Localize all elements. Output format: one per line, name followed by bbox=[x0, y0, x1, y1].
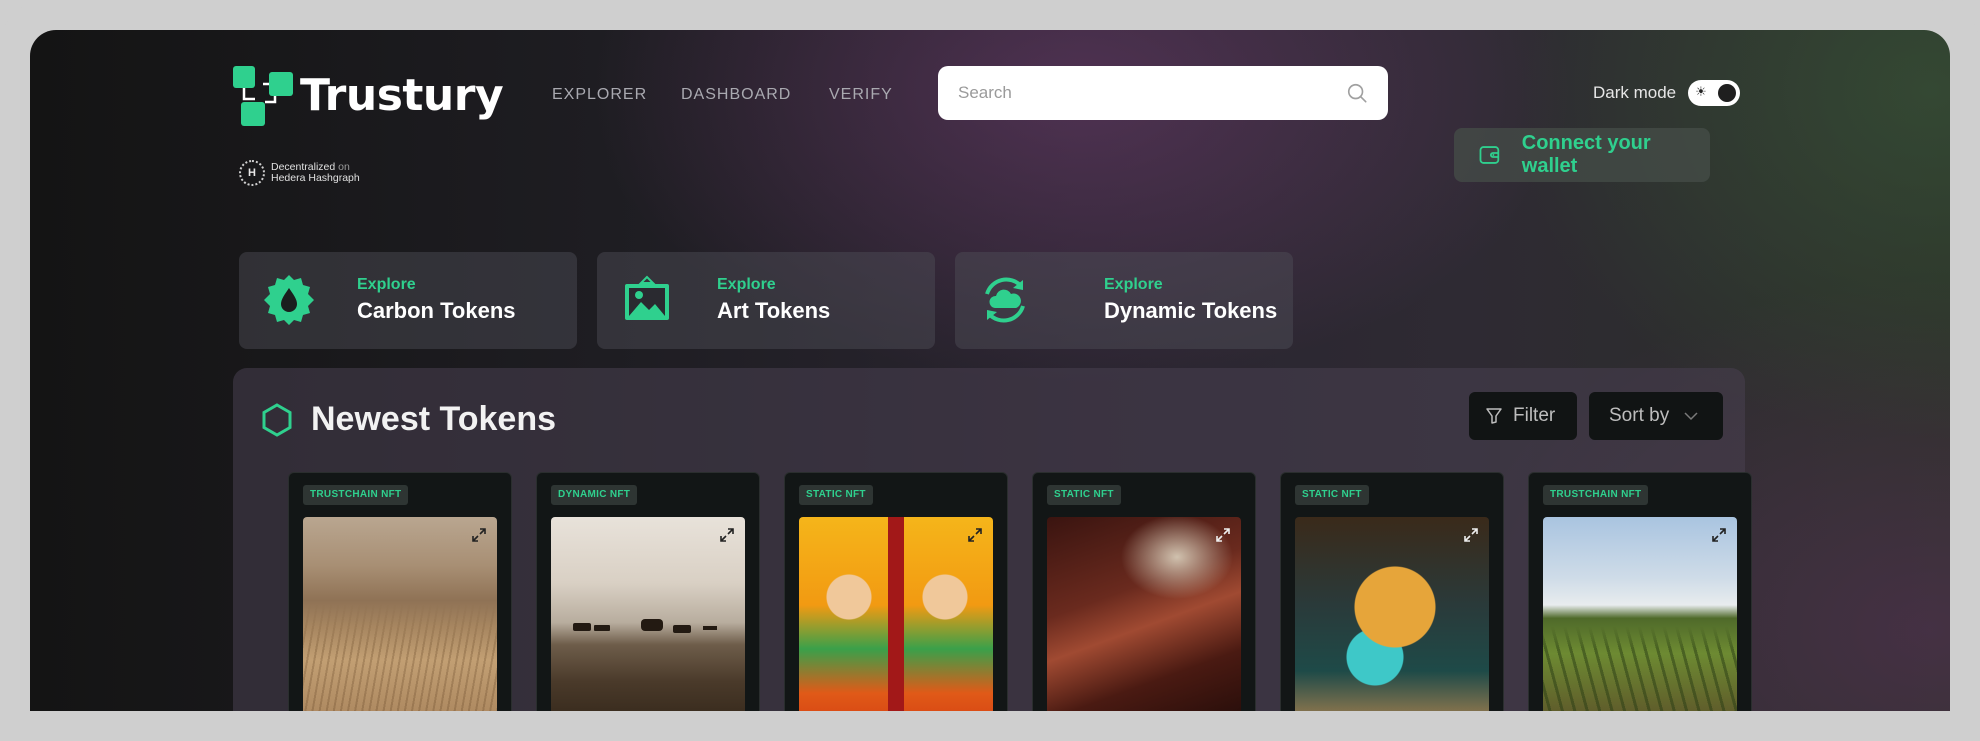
toggle-knob bbox=[1718, 84, 1737, 102]
category-pre: Explore bbox=[717, 276, 776, 293]
category-pre: Explore bbox=[357, 276, 416, 293]
token-image bbox=[1543, 517, 1737, 711]
token-card[interactable]: STATIC NFT bbox=[1032, 472, 1256, 711]
hexagon-icon bbox=[262, 402, 292, 437]
filter-button[interactable]: Filter bbox=[1469, 392, 1577, 440]
hedera-tagline: Decentralized on Hedera Hashgraph bbox=[271, 161, 360, 184]
expand-icon[interactable] bbox=[1463, 527, 1479, 543]
token-image bbox=[1295, 517, 1489, 711]
expand-icon[interactable] bbox=[471, 527, 487, 543]
search-box bbox=[938, 66, 1388, 120]
sun-icon: ☀ bbox=[1695, 84, 1707, 99]
cloud-sync-icon bbox=[985, 277, 1025, 323]
token-image bbox=[799, 517, 993, 711]
section-header: Newest Tokens bbox=[261, 400, 556, 439]
category-card-carbon[interactable]: Explore Carbon Tokens bbox=[239, 252, 577, 349]
category-card-art[interactable]: Explore Art Tokens bbox=[597, 252, 935, 349]
sort-by-dropdown[interactable]: Sort by bbox=[1589, 392, 1723, 440]
app-screen: Trustury H Decentralized on Hedera Hashg… bbox=[30, 30, 1950, 711]
brand-name: Trustury bbox=[300, 70, 504, 121]
token-card[interactable]: STATIC NFT bbox=[784, 472, 1008, 711]
sort-label: Sort by bbox=[1609, 405, 1670, 426]
token-card[interactable]: TRUSTCHAIN NFT bbox=[1528, 472, 1752, 711]
expand-icon[interactable] bbox=[967, 527, 983, 543]
expand-icon[interactable] bbox=[719, 527, 735, 543]
connect-wallet-button[interactable]: Connect your wallet bbox=[1454, 128, 1710, 182]
connect-wallet-label: Connect your wallet bbox=[1521, 132, 1651, 177]
nav-dashboard[interactable]: DASHBOARD bbox=[681, 86, 791, 104]
filter-label: Filter bbox=[1513, 405, 1556, 426]
token-image bbox=[303, 517, 497, 711]
expand-icon[interactable] bbox=[1711, 527, 1727, 543]
section-title: Newest Tokens bbox=[311, 400, 557, 438]
expand-icon[interactable] bbox=[1215, 527, 1231, 543]
token-type-badge: DYNAMIC NFT bbox=[551, 485, 638, 505]
token-type-badge: STATIC NFT bbox=[1295, 485, 1369, 505]
token-type-badge: STATIC NFT bbox=[1047, 485, 1121, 505]
filter-icon bbox=[1486, 408, 1502, 424]
token-type-badge: TRUSTCHAIN NFT bbox=[1543, 485, 1649, 505]
dark-mode-toggle[interactable]: ☀ bbox=[1688, 80, 1741, 106]
nav-verify[interactable]: VERIFY bbox=[829, 86, 893, 104]
token-card[interactable]: TRUSTCHAIN NFT bbox=[288, 472, 512, 711]
droplet-icon bbox=[264, 275, 314, 325]
search-icon[interactable] bbox=[1346, 82, 1368, 104]
nav-explorer[interactable]: EXPLORER bbox=[552, 86, 647, 104]
chevron-down-icon bbox=[1684, 412, 1698, 421]
token-image bbox=[551, 517, 745, 711]
token-card[interactable]: DYNAMIC NFT bbox=[536, 472, 760, 711]
brand-logo[interactable] bbox=[233, 66, 295, 127]
newest-tokens-panel: Newest Tokens Filter Sort by TRUSTCHAIN … bbox=[233, 368, 1752, 711]
wallet-icon bbox=[1479, 146, 1500, 164]
token-type-badge: TRUSTCHAIN NFT bbox=[303, 485, 409, 505]
category-card-dynamic[interactable]: Explore Dynamic Tokens bbox=[955, 252, 1293, 349]
hedera-icon: H bbox=[239, 160, 265, 186]
category-title: Carbon Tokens bbox=[357, 298, 516, 323]
image-icon bbox=[625, 275, 669, 320]
dark-mode-label: Dark mode bbox=[1593, 83, 1677, 102]
device-frame: Trustury H Decentralized on Hedera Hashg… bbox=[0, 0, 1980, 741]
logo-mark-icon bbox=[233, 66, 293, 126]
category-pre: Explore bbox=[1104, 276, 1163, 293]
search-input[interactable] bbox=[958, 83, 1346, 103]
token-card[interactable]: STATIC NFT bbox=[1280, 472, 1504, 711]
dark-mode-control: Dark mode ☀ bbox=[1593, 80, 1741, 106]
token-type-badge: STATIC NFT bbox=[799, 485, 873, 505]
hedera-badge: H Decentralized on Hedera Hashgraph bbox=[239, 160, 360, 186]
category-title: Dynamic Tokens bbox=[1104, 298, 1278, 323]
category-title: Art Tokens bbox=[717, 298, 831, 323]
token-image bbox=[1047, 517, 1241, 711]
